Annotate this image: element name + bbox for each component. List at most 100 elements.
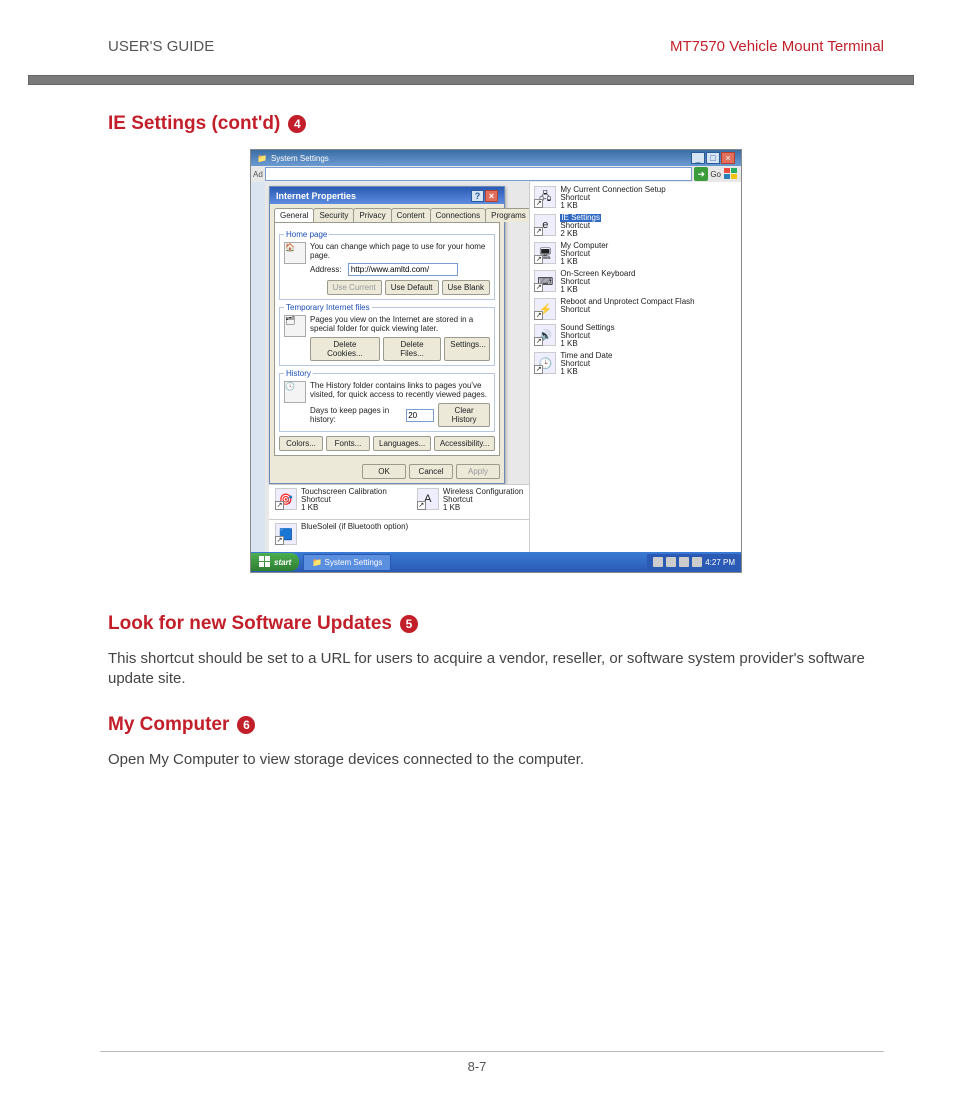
- tab-privacy[interactable]: Privacy: [353, 208, 391, 222]
- address-label: Address:: [310, 265, 342, 274]
- shortcut-meta: Reboot and Unprotect Compact FlashShortc…: [560, 298, 694, 314]
- tray-icon: [666, 557, 676, 567]
- shortcut-size: 1 KB: [560, 286, 635, 294]
- dialog-titlebar: Internet Properties ? ×: [270, 187, 504, 204]
- use-blank-button[interactable]: Use Blank: [442, 280, 490, 295]
- shortcuts-below-dialog-2: 🟦↗ BlueSoleil (if Bluetooth option): [269, 519, 529, 552]
- go-button[interactable]: ➜: [694, 167, 708, 181]
- shortcut-item[interactable]: ⌨↗On-Screen KeyboardShortcut1 KB: [534, 270, 737, 294]
- accessibility-button[interactable]: Accessibility...: [434, 436, 495, 451]
- shortcut-size: 1 KB: [560, 368, 612, 376]
- section-software-updates: Look for new Software Updates 5: [108, 613, 884, 635]
- shortcut-name: BlueSoleil (if Bluetooth option): [301, 523, 408, 531]
- section-my-computer: My Computer 6: [108, 714, 884, 736]
- cancel-button[interactable]: Cancel: [409, 464, 453, 479]
- step-badge-5: 5: [400, 615, 418, 633]
- footer-rule: [100, 1051, 884, 1052]
- header-left: USER'S GUIDE: [108, 38, 214, 55]
- tab-security[interactable]: Security: [313, 208, 354, 222]
- step-badge-4: 4: [288, 115, 306, 133]
- shortcut-item[interactable]: 🖧↗My Current Connection SetupShortcut1 K…: [534, 186, 737, 210]
- parent-window-title: System Settings: [271, 154, 329, 163]
- colors-button[interactable]: Colors...: [279, 436, 323, 451]
- tab-general[interactable]: General: [274, 208, 314, 222]
- header-right: MT7570 Vehicle Mount Terminal: [670, 38, 884, 55]
- folder-address-input[interactable]: [265, 167, 693, 181]
- shortcut-type: Shortcut: [560, 306, 694, 314]
- shortcut-item[interactable]: ⚡↗Reboot and Unprotect Compact FlashShor…: [534, 298, 737, 320]
- delete-files-button[interactable]: Delete Files...: [383, 337, 441, 361]
- taskbar-tab[interactable]: 📁 System Settings: [303, 554, 391, 571]
- shortcut-meta: My Current Connection SetupShortcut1 KB: [560, 186, 665, 210]
- shortcut-icon: 🖧↗: [534, 186, 556, 208]
- shortcut-arrow-icon: ↗: [275, 536, 284, 545]
- shortcut-item[interactable]: 🕒↗Time and DateShortcut1 KB: [534, 352, 737, 376]
- windows-logo-icon: [259, 556, 271, 568]
- section-body: Open My Computer to view storage devices…: [108, 750, 884, 770]
- shortcut-item[interactable]: 🟦↗ BlueSoleil (if Bluetooth option): [275, 523, 408, 545]
- close-icon[interactable]: ×: [721, 152, 735, 164]
- tab-connections[interactable]: Connections: [430, 208, 486, 222]
- go-label: Go: [710, 170, 721, 179]
- apply-button[interactable]: Apply: [456, 464, 500, 479]
- history-legend: History: [284, 369, 313, 378]
- history-days-input[interactable]: [406, 409, 434, 422]
- shortcut-item[interactable]: 🎯↗Touchscreen CalibrationShortcut1 KB: [275, 488, 387, 512]
- shortcut-item[interactable]: 🖥↗My ComputerShortcut1 KB: [534, 242, 737, 266]
- dialog-close-icon[interactable]: ×: [485, 190, 498, 202]
- tray-icon: [692, 557, 702, 567]
- temp-settings-button[interactable]: Settings...: [444, 337, 490, 361]
- ok-button[interactable]: OK: [362, 464, 406, 479]
- window-buttons: _ □ ×: [691, 152, 735, 164]
- shortcut-item[interactable]: e↗IE SettingsShortcut2 KB: [534, 214, 737, 238]
- use-default-button[interactable]: Use Default: [385, 280, 439, 295]
- help-icon[interactable]: ?: [471, 190, 484, 202]
- section-title: Look for new Software Updates: [108, 613, 392, 635]
- languages-button[interactable]: Languages...: [373, 436, 431, 451]
- shortcut-meta: My ComputerShortcut1 KB: [560, 242, 608, 266]
- shortcut-meta: Sound SettingsShortcut1 KB: [560, 324, 614, 348]
- shortcut-meta: On-Screen KeyboardShortcut1 KB: [560, 270, 635, 294]
- shortcut-arrow-icon: ↗: [534, 365, 543, 374]
- shortcut-meta: Time and DateShortcut1 KB: [560, 352, 612, 376]
- shortcut-icon: A↗: [417, 488, 439, 510]
- tab-content[interactable]: Content: [391, 208, 431, 222]
- clear-history-button[interactable]: Clear History: [438, 403, 490, 427]
- section-title: My Computer: [108, 714, 229, 736]
- minimize-icon[interactable]: _: [691, 152, 705, 164]
- tray-icon: [653, 557, 663, 567]
- page-number: 8-7: [0, 1059, 954, 1074]
- shortcut-icon: 🔊↗: [534, 324, 556, 346]
- shortcut-arrow-icon: ↗: [417, 501, 426, 510]
- shortcut-size: 1 KB: [301, 504, 387, 512]
- internet-properties-dialog: Internet Properties ? × General Security…: [269, 186, 505, 484]
- shortcut-meta: Wireless ConfigurationShortcut1 KB: [443, 488, 523, 512]
- shortcut-icon: ⌨↗: [534, 270, 556, 292]
- shortcut-item[interactable]: 🔊↗Sound SettingsShortcut1 KB: [534, 324, 737, 348]
- step-badge-6: 6: [237, 716, 255, 734]
- homepage-legend: Home page: [284, 230, 329, 239]
- shortcut-meta: Touchscreen CalibrationShortcut1 KB: [301, 488, 387, 512]
- shortcut-icon: e↗: [534, 214, 556, 236]
- fonts-button[interactable]: Fonts...: [326, 436, 370, 451]
- start-button[interactable]: start: [251, 553, 299, 571]
- use-current-button[interactable]: Use Current: [327, 280, 382, 295]
- dialog-title: Internet Properties: [276, 191, 356, 201]
- history-group: History 🕓 The History folder contains li…: [279, 369, 495, 432]
- delete-cookies-button[interactable]: Delete Cookies...: [310, 337, 380, 361]
- tab-programs[interactable]: Programs: [485, 208, 532, 222]
- shortcuts-below-dialog: 🎯↗Touchscreen CalibrationShortcut1 KB A↗W…: [269, 484, 529, 519]
- shortcut-size: 1 KB: [560, 202, 665, 210]
- start-label: start: [274, 558, 291, 567]
- shortcut-arrow-icon: ↗: [534, 255, 543, 264]
- maximize-icon[interactable]: □: [706, 152, 720, 164]
- shortcut-icon: 🕒↗: [534, 352, 556, 374]
- section-ie-settings: IE Settings (cont'd) 4: [108, 113, 884, 135]
- homepage-address-input[interactable]: [348, 263, 458, 276]
- system-tray: 4:27 PM: [647, 554, 741, 570]
- shortcut-item[interactable]: A↗Wireless ConfigurationShortcut1 KB: [417, 488, 523, 512]
- shortcut-icon: 🟦↗: [275, 523, 297, 545]
- shortcut-icon: ⚡↗: [534, 298, 556, 320]
- embedded-screenshot: 📁 System Settings _ □ × Ad ➜ Go: [250, 149, 742, 573]
- history-text: The History folder contains links to pag…: [310, 381, 490, 399]
